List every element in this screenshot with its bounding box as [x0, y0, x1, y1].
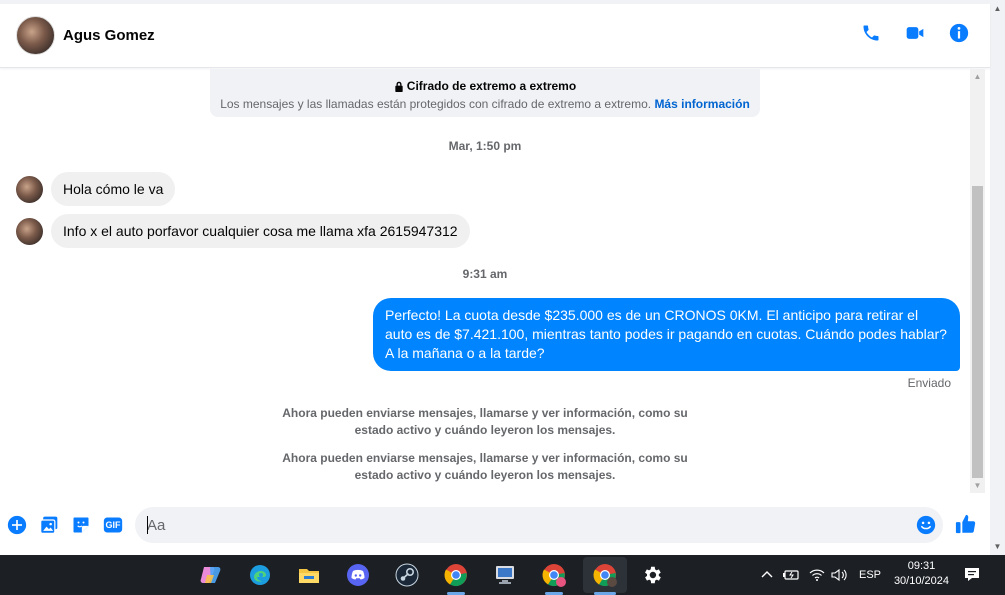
thumbs-up-icon — [955, 514, 976, 534]
contact-avatar[interactable] — [16, 16, 55, 55]
encryption-title: Cifrado de extremo a extremo — [406, 79, 577, 93]
timestamp-divider: 9:31 am — [462, 267, 508, 281]
plus-circle-icon — [7, 515, 27, 535]
phone-icon — [863, 25, 879, 41]
more-actions-button[interactable] — [7, 515, 27, 535]
page-scroll-up-icon[interactable]: ▲ — [990, 2, 1005, 14]
discord-icon — [347, 564, 369, 586]
steam-app[interactable] — [393, 561, 421, 589]
notification-icon — [965, 568, 979, 581]
system-message: Ahora pueden enviarse mensajes, llamarse… — [282, 406, 688, 437]
lock-icon — [395, 81, 403, 92]
clock-date: 30/10/2024 — [893, 575, 949, 587]
wifi-icon[interactable] — [809, 568, 825, 582]
message-composer: GIF — [0, 497, 990, 553]
contact-avatar-small[interactable] — [16, 175, 43, 203]
audio-call-button[interactable] — [860, 22, 882, 44]
video-call-button[interactable] — [904, 22, 926, 44]
message-input[interactable] — [135, 507, 943, 543]
messenger-window: ▲ ▼ Agus Gomez Cifrado de extremo a extr… — [0, 0, 1005, 595]
chrome-active-app[interactable] — [583, 557, 627, 593]
encryption-text: Los mensajes y las llamadas están proteg… — [220, 97, 652, 111]
discord-app[interactable] — [344, 561, 372, 589]
contact-name[interactable]: Agus Gomez — [63, 27, 155, 44]
message-status: Enviado — [907, 376, 951, 390]
gear-icon — [645, 566, 661, 584]
monitor-icon — [496, 566, 514, 584]
attach-photo-button[interactable] — [39, 515, 59, 535]
edge-app[interactable] — [246, 561, 274, 589]
info-icon — [949, 23, 969, 43]
sticker-button[interactable] — [71, 515, 91, 535]
notifications-button[interactable] — [958, 561, 986, 589]
emoji-icon — [916, 515, 936, 535]
contact-avatar-small[interactable] — [16, 217, 43, 245]
chrome-icon — [444, 564, 467, 587]
copilot-icon — [200, 567, 221, 583]
incoming-message-bubble[interactable]: Info x el auto porfavor cualquier cosa m… — [51, 214, 470, 248]
header-actions — [860, 22, 970, 44]
edge-icon — [250, 565, 270, 585]
scroll-thumb[interactable] — [972, 186, 983, 478]
scroll-up-icon[interactable]: ▲ — [970, 69, 985, 84]
system-tray: ESP — [760, 555, 881, 595]
incoming-message-row: Info x el auto porfavor cualquier cosa m… — [16, 214, 470, 248]
image-icon — [40, 516, 58, 534]
more-info-link[interactable]: Más información — [654, 97, 749, 111]
incoming-message-bubble[interactable]: Hola cómo le va — [51, 172, 176, 206]
text-caret — [147, 516, 148, 534]
clock-time: 09:31 — [907, 560, 936, 572]
system-message: Ahora pueden enviarse mensajes, llamarse… — [282, 451, 688, 482]
settings-app[interactable] — [638, 561, 666, 589]
page-scroll-down-icon[interactable]: ▼ — [990, 540, 1005, 552]
battery-icon[interactable] — [783, 568, 801, 582]
folder-icon — [299, 569, 319, 583]
page-scrollbar[interactable] — [990, 0, 1005, 555]
chevron-up-icon[interactable] — [760, 568, 774, 582]
taskbar-clock[interactable]: 09:31 30/10/2024 — [894, 559, 949, 589]
chrome-profile-app[interactable] — [442, 561, 470, 589]
remote-desktop-app[interactable] — [491, 561, 519, 589]
outgoing-message-bubble[interactable]: Perfecto! La cuota desde $235.000 es de … — [373, 298, 960, 371]
message-list[interactable]: Cifrado de extremo a extremo Los mensaje… — [0, 69, 970, 493]
timestamp-divider: Mar, 1:50 pm — [448, 139, 522, 153]
steam-icon — [395, 563, 419, 587]
encryption-notice: Cifrado de extremo a extremo Los mensaje… — [210, 69, 760, 117]
file-explorer-app[interactable] — [295, 561, 323, 589]
chrome-icon — [542, 564, 566, 587]
copilot-app[interactable] — [197, 561, 225, 589]
sticker-icon — [73, 517, 89, 533]
conversation-info-button[interactable] — [948, 22, 970, 44]
gif-button[interactable]: GIF — [103, 515, 123, 535]
incoming-message-row: Hola cómo le va — [16, 172, 176, 206]
scroll-down-icon[interactable]: ▼ — [970, 478, 985, 493]
windows-taskbar: ESP 09:31 30/10/2024 — [0, 555, 1005, 595]
conversation-header: Agus Gomez — [0, 4, 990, 68]
video-camera-icon — [906, 27, 924, 39]
volume-icon[interactable] — [831, 568, 849, 582]
language-indicator[interactable]: ESP — [859, 569, 881, 581]
chrome-icon — [593, 564, 617, 587]
emoji-button[interactable] — [916, 515, 936, 535]
chrome-profile-c-app[interactable] — [540, 561, 568, 589]
message-scrollbar[interactable]: ▲ ▼ — [970, 69, 985, 493]
like-button[interactable] — [955, 513, 977, 535]
